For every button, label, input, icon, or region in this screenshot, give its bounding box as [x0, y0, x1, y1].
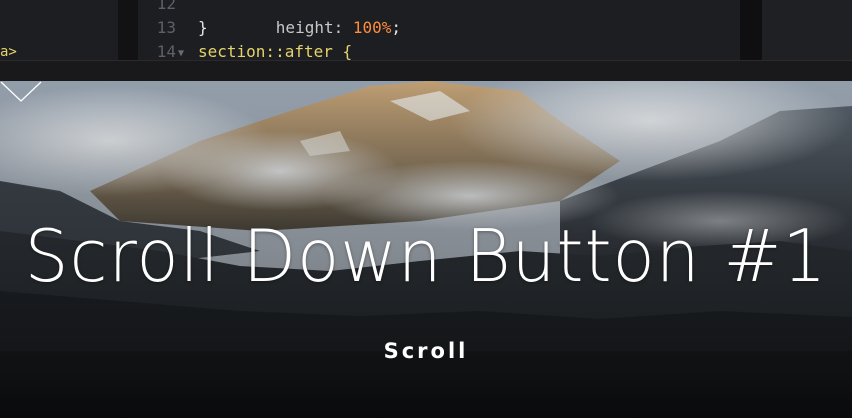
line-gutter: 12 13 14 ▼ — [138, 0, 190, 60]
hero-fade-overlay — [0, 374, 852, 418]
css-code-pane[interactable]: height: 100%; } section::after { — [190, 0, 740, 60]
pane-resize-handle[interactable] — [118, 0, 138, 60]
pane-resize-handle[interactable] — [740, 0, 762, 60]
css-value: 100% — [352, 18, 392, 37]
js-pane[interactable] — [762, 0, 852, 60]
chevron-down-icon[interactable] — [0, 81, 42, 103]
hero-title: Scroll Down Button #1 — [24, 214, 828, 298]
html-pane[interactable]: a> — [0, 0, 118, 60]
line-number: 13 — [156, 18, 176, 37]
code-editor: a> 12 13 14 ▼ height: 100%; } section::a… — [0, 0, 852, 60]
code-line-13: } — [198, 18, 208, 37]
scroll-down-button[interactable]: Scroll — [0, 339, 852, 363]
preview-resize-bar[interactable] — [0, 60, 852, 81]
html-code-fragment: a> — [0, 44, 17, 60]
preview-hero: Scroll Down Button #1 Scroll — [0, 81, 852, 418]
line-number: 14 — [156, 42, 176, 60]
fold-arrow-icon[interactable]: ▼ — [178, 42, 184, 60]
line-number: 12 — [156, 0, 176, 13]
code-line-14: section::after { — [198, 42, 353, 60]
css-property: height: — [275, 18, 353, 37]
css-semicolon: ; — [391, 18, 402, 37]
